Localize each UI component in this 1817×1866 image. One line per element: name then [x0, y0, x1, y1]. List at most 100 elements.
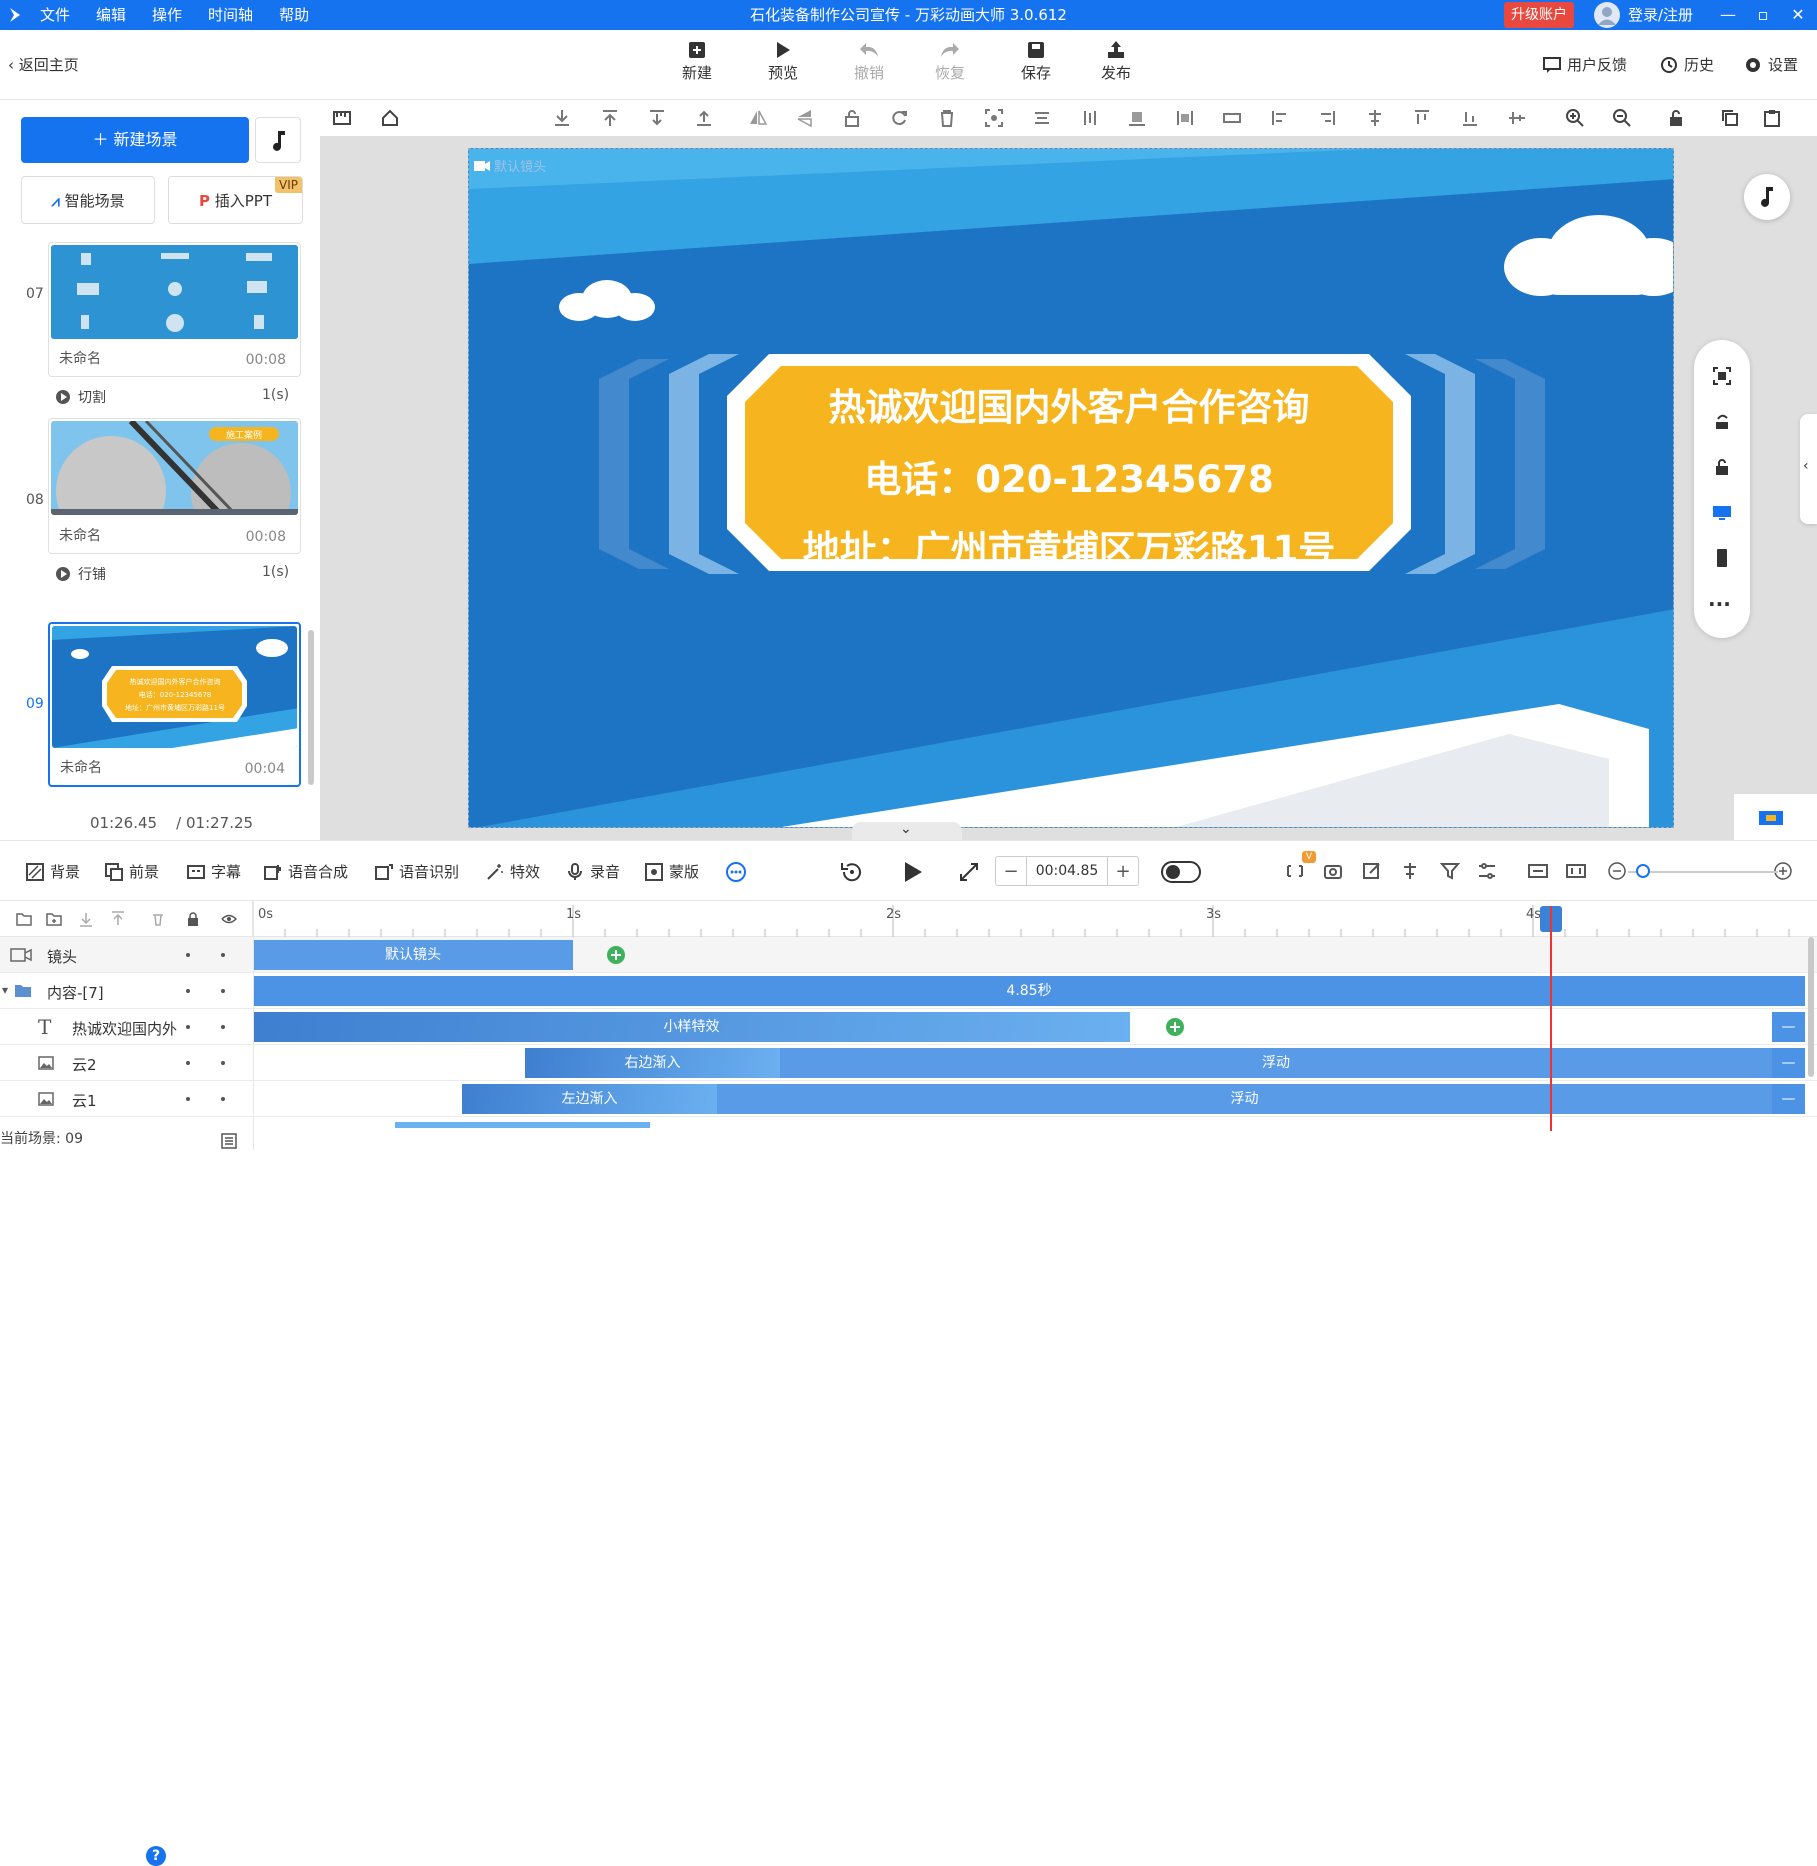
lock-icon[interactable]: [842, 108, 862, 128]
new-button[interactable]: 新建: [667, 40, 727, 83]
smart-scene-button[interactable]: ⩘ 智能场景: [21, 176, 155, 224]
time-decrease-button[interactable]: −: [996, 861, 1026, 882]
more-tools-button[interactable]: [725, 861, 753, 883]
clip-end-bar[interactable]: —: [1772, 1084, 1805, 1114]
minimap[interactable]: [1734, 794, 1817, 840]
clip-end-bar[interactable]: —: [1772, 1012, 1805, 1042]
collapse-timeline-button[interactable]: ⌄: [852, 821, 962, 840]
history-link[interactable]: 历史: [1660, 54, 1714, 75]
play-icon[interactable]: [901, 859, 925, 885]
track-dot[interactable]: [221, 1061, 225, 1065]
align-base-icon[interactable]: [1460, 108, 1480, 128]
align-vcenter-icon[interactable]: [1507, 108, 1527, 128]
mask-tool[interactable]: 蒙版: [645, 861, 699, 882]
unlock-icon[interactable]: [1666, 108, 1686, 128]
lock-canvas-icon[interactable]: [1712, 457, 1732, 477]
clip-bar[interactable]: 浮动: [780, 1048, 1772, 1078]
speech-recognition-tool[interactable]: 语音识别: [375, 861, 459, 882]
sidebar-scrollbar[interactable]: [308, 630, 314, 785]
actual-size-icon[interactable]: [1566, 861, 1586, 881]
move-layer-down-icon[interactable]: [78, 911, 94, 927]
align-bottom-icon[interactable]: [1127, 108, 1147, 128]
clip-bar[interactable]: 左边渐入: [462, 1084, 717, 1114]
track-cloud2[interactable]: 云2 右边渐入 浮动 —: [0, 1045, 1817, 1081]
playhead-line[interactable]: [1550, 906, 1552, 1131]
rotate-canvas-icon[interactable]: [1712, 412, 1732, 432]
add-folder-icon[interactable]: [46, 911, 62, 927]
scene-card-07[interactable]: 未命名 00:08: [48, 242, 301, 377]
help-icon[interactable]: ?: [146, 1846, 166, 1866]
align-left-icon[interactable]: [1270, 108, 1290, 128]
filter-icon[interactable]: [1440, 861, 1460, 881]
move-up-icon[interactable]: [694, 108, 714, 128]
new-scene-button[interactable]: ＋ 新建场景: [21, 117, 249, 163]
fullscreen-icon[interactable]: [958, 861, 980, 883]
background-music-button[interactable]: [1744, 174, 1790, 220]
background-tool[interactable]: 背景: [26, 861, 80, 882]
sign-line2[interactable]: 电话：020-12345678: [744, 458, 1394, 502]
flip-vertical-icon[interactable]: [795, 108, 815, 128]
preview-button[interactable]: 预览: [753, 40, 813, 83]
track-dot[interactable]: [186, 1097, 190, 1101]
zoom-in-icon[interactable]: [1565, 108, 1585, 128]
sign-line1[interactable]: 热诚欢迎国内外客户合作咨询: [744, 386, 1394, 430]
align-center-v-icon[interactable]: [1032, 108, 1052, 128]
edit-icon[interactable]: [1362, 861, 1382, 881]
collapse-right-panel-button[interactable]: ‹: [1800, 414, 1817, 524]
upgrade-button[interactable]: 升级账户: [1504, 2, 1574, 28]
track-content-folder[interactable]: ▾ 内容-[7] 4.85秒: [0, 973, 1817, 1009]
zoom-out-timeline-icon[interactable]: [1607, 861, 1627, 881]
align-middle-icon[interactable]: [1365, 108, 1385, 128]
clip-end-bar[interactable]: —: [1772, 1048, 1805, 1078]
track-text[interactable]: T 热诚欢迎国内外 小样特效 —: [0, 1009, 1817, 1045]
paste-icon[interactable]: [1762, 108, 1782, 128]
music-button[interactable]: [255, 117, 301, 163]
minimize-icon[interactable]: —: [1713, 0, 1743, 30]
align-right-icon[interactable]: [1317, 108, 1337, 128]
copy-icon[interactable]: [1720, 108, 1740, 128]
back-home-link[interactable]: ‹ 返回主页: [8, 54, 79, 75]
camera-focus-icon[interactable]: [984, 108, 1004, 128]
effects-tool[interactable]: 特效: [486, 861, 540, 882]
clip-bar[interactable]: 默认镜头: [253, 940, 573, 970]
eye-icon[interactable]: [221, 911, 237, 927]
fit-width-icon[interactable]: [1528, 861, 1548, 881]
vip-transform-icon[interactable]: [1285, 861, 1305, 881]
subtitle-tool[interactable]: 字幕: [187, 861, 241, 882]
track-cloud1[interactable]: 云1 左边渐入 浮动 —: [0, 1081, 1817, 1117]
time-input[interactable]: 00:04.85: [1026, 857, 1108, 885]
time-increase-button[interactable]: +: [1108, 861, 1138, 882]
settings-link[interactable]: 设置: [1744, 54, 1798, 75]
align-sides-icon[interactable]: [1175, 108, 1195, 128]
add-keyframe-icon[interactable]: [607, 946, 625, 964]
clip-bar[interactable]: 小样特效: [253, 1012, 1130, 1042]
scene-card-09[interactable]: 热诚欢迎国内外客户合作咨询 电话：020-12345678 地址：广州市黄埔区万…: [48, 622, 301, 787]
rotate-icon[interactable]: [890, 108, 910, 128]
transition-item[interactable]: 切割: [56, 387, 106, 407]
timeline-scrollbar[interactable]: [1808, 937, 1814, 1077]
clip-bar[interactable]: 右边渐入: [525, 1048, 780, 1078]
login-button[interactable]: 登录/注册: [1594, 0, 1693, 30]
portrait-icon[interactable]: [1712, 548, 1732, 568]
align-top-icon[interactable]: [1412, 108, 1432, 128]
track-dot[interactable]: [186, 953, 190, 957]
time-stepper[interactable]: − 00:04.85 +: [995, 856, 1139, 886]
expand-caret-icon[interactable]: ▾: [2, 983, 8, 997]
close-icon[interactable]: ✕: [1783, 0, 1813, 30]
timeline-zoom-slider[interactable]: [1628, 871, 1778, 873]
track-dot[interactable]: [221, 953, 225, 957]
delete-layer-icon[interactable]: [150, 911, 166, 927]
track-dot[interactable]: [186, 1025, 190, 1029]
scene-card-08[interactable]: 施工案例 未命名 00:08: [48, 418, 301, 554]
track-dot[interactable]: [186, 1061, 190, 1065]
add-keyframe-icon[interactable]: [1166, 1018, 1184, 1036]
record-tool[interactable]: 录音: [566, 861, 620, 882]
settings-sliders-icon[interactable]: [1477, 861, 1497, 881]
clip-bar[interactable]: 4.85秒: [253, 976, 1805, 1006]
loop-toggle[interactable]: [1161, 861, 1201, 883]
track-dot[interactable]: [186, 989, 190, 993]
undo-button[interactable]: 撤销: [839, 40, 899, 83]
transition-item[interactable]: 行铺: [56, 564, 106, 584]
clip-bar[interactable]: 浮动: [717, 1084, 1772, 1114]
insert-ppt-button[interactable]: P 插入PPT VIP: [168, 176, 303, 224]
